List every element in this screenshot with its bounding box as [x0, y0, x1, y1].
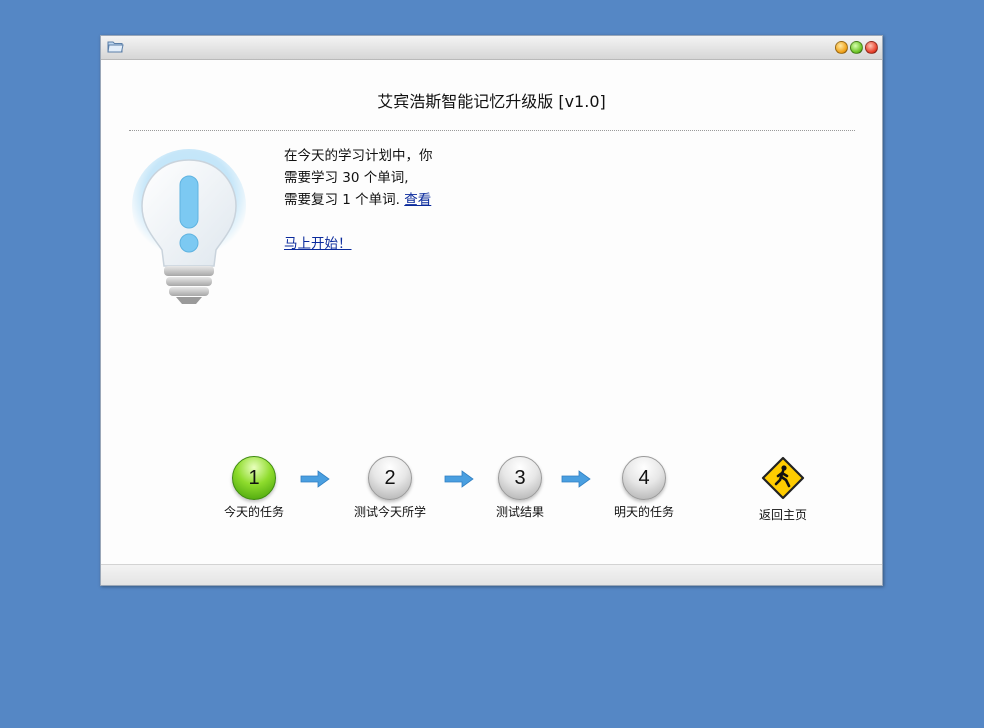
step-label: 测试结果	[495, 505, 544, 519]
folder-icon	[107, 41, 124, 53]
status-bar	[101, 564, 882, 585]
step-todays-tasks[interactable]: 1 今天的任务	[204, 456, 304, 520]
step-2-icon: 2	[368, 456, 412, 500]
app-window: 艾宾浩斯智能记忆升级版 [v1.0] 在今天的学习计划中，你 需要学习 30 个…	[100, 35, 883, 586]
lightbulb-icon	[132, 149, 246, 304]
step-label: 测试今天所学	[353, 505, 426, 519]
minimize-button[interactable]	[835, 41, 848, 54]
start-now-link[interactable]: 马上开始！	[284, 233, 352, 255]
home-label: 返回主页	[758, 508, 807, 522]
step-4-icon: 4	[622, 456, 666, 500]
app-title: 艾宾浩斯智能记忆升级版 [v1.0]	[377, 92, 606, 111]
step-tomorrows-tasks[interactable]: 4 明天的任务	[594, 456, 694, 520]
step-test-results[interactable]: 3 测试结果	[470, 456, 570, 520]
step-test-today[interactable]: 2 测试今天所学	[340, 456, 440, 520]
view-review-link[interactable]: 查看	[404, 192, 431, 208]
step-1-icon: 1	[232, 456, 276, 500]
title-bar[interactable]	[101, 36, 882, 60]
divider	[129, 130, 855, 131]
plan-intro-text: 在今天的学习计划中，你	[284, 148, 433, 164]
return-home-button[interactable]: 返回主页	[733, 456, 833, 523]
arrow-right-icon	[300, 470, 330, 488]
study-summary: 在今天的学习计划中，你 需要学习 30 个单词, 需要复习 1 个单词. 查看 …	[284, 145, 433, 255]
arrow-right-icon	[561, 470, 591, 488]
review-words-text: 需要复习 1 个单词.	[284, 192, 400, 208]
new-words-text: 需要学习 30 个单词,	[284, 170, 409, 186]
pedestrian-sign-icon	[761, 456, 805, 500]
maximize-button[interactable]	[850, 41, 863, 54]
close-button[interactable]	[865, 41, 878, 54]
step-3-icon: 3	[498, 456, 542, 500]
step-label: 今天的任务	[223, 505, 284, 519]
step-label: 明天的任务	[613, 505, 674, 519]
